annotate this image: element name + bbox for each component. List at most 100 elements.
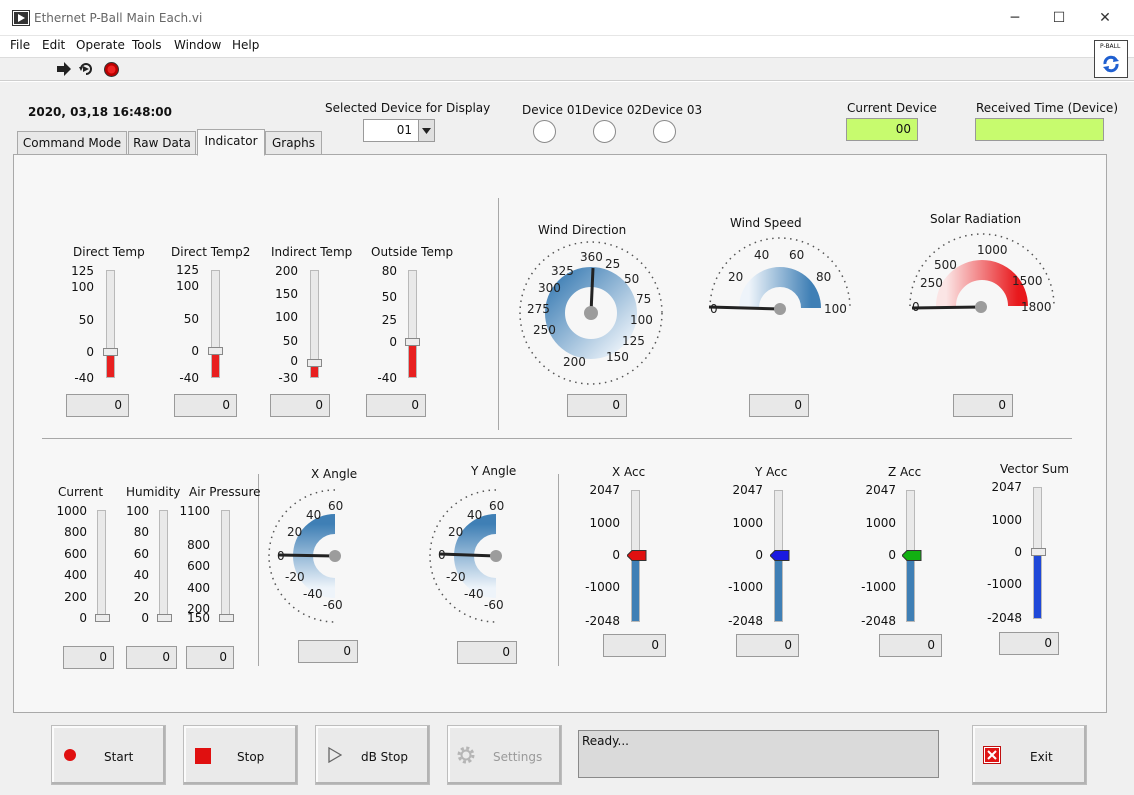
x-angle-label: X Angle <box>311 467 358 481</box>
tick-label: 1000 <box>589 516 620 530</box>
gauge-tick: 80 <box>816 270 831 284</box>
tick-label: 200 <box>275 264 298 278</box>
menu-tools[interactable]: Tools <box>132 38 162 52</box>
tick-label: 0 <box>612 548 620 562</box>
slider-track <box>97 510 106 622</box>
y-acc-pointer[interactable] <box>770 550 790 561</box>
tab-raw-data[interactable]: Raw Data <box>128 131 196 155</box>
x-acc-pointer[interactable] <box>627 550 647 561</box>
direct-temp-label: Direct Temp <box>73 245 145 259</box>
slider-track <box>159 510 168 622</box>
direct-temp-value: 0 <box>66 394 129 417</box>
device-select-dropdown[interactable] <box>418 119 435 142</box>
gauge-tick: 50 <box>624 272 639 286</box>
gauge-tick: 1000 <box>977 243 1008 257</box>
tick-label: 100 <box>275 310 298 324</box>
slider-thumb[interactable] <box>103 348 118 356</box>
exit-x-icon <box>983 746 1001 764</box>
menu-operate[interactable]: Operate <box>76 38 125 52</box>
gauge-tick: 0 <box>277 549 285 563</box>
menu-edit[interactable]: Edit <box>42 38 65 52</box>
slider-thumb[interactable] <box>307 359 322 367</box>
slider-thumb[interactable] <box>95 614 110 622</box>
db-stop-button[interactable]: dB Stop <box>315 725 430 785</box>
minimize-button[interactable]: ─ <box>1003 8 1027 28</box>
start-button[interactable]: Start <box>51 725 166 785</box>
tick-label: 600 <box>64 547 87 561</box>
gauge-tick: 0 <box>912 300 920 314</box>
slider-thumb[interactable] <box>405 338 420 346</box>
tick-label: 0 <box>888 548 896 562</box>
tick-label: 80 <box>381 264 397 278</box>
tick-label: 0 <box>389 335 397 349</box>
menu-window[interactable]: Window <box>174 38 221 52</box>
wind-speed-gauge: 0 20 40 60 80 100 <box>708 237 851 316</box>
slider-thumb[interactable] <box>219 614 234 622</box>
x-angle-value: 0 <box>298 640 358 663</box>
gauge-tick: 100 <box>824 302 847 316</box>
menu-help[interactable]: Help <box>232 38 259 52</box>
gauge-tick: 0 <box>710 302 718 316</box>
stop-button[interactable]: Stop <box>183 725 298 785</box>
wind-speed-value: 0 <box>749 394 809 417</box>
play-outline-icon <box>328 747 342 763</box>
slider-fill <box>775 556 782 621</box>
slider-thumb[interactable] <box>208 347 223 355</box>
indirect-temp-value: 0 <box>270 394 330 417</box>
y-angle-value: 0 <box>457 641 517 664</box>
tick-label: 60 <box>133 547 149 561</box>
tick-label: 100 <box>176 279 199 293</box>
abort-icon[interactable] <box>104 62 119 77</box>
tick-label: 400 <box>187 581 210 595</box>
tick-label: 50 <box>381 290 397 304</box>
tick-label: 1000 <box>991 513 1022 527</box>
close-button[interactable]: ✕ <box>1093 8 1117 28</box>
title-bar: Ethernet P-Ball Main Each.vi ─ ☐ ✕ <box>0 0 1134 36</box>
vector-sum-value: 0 <box>999 632 1059 655</box>
tick-label: 2047 <box>732 483 763 497</box>
solar-radiation-label: Solar Radiation <box>930 212 1022 226</box>
run-continuously-icon[interactable] <box>78 61 94 77</box>
gauge-tick: -60 <box>323 598 343 612</box>
settings-button[interactable]: Settings <box>447 725 562 785</box>
gauge-tick: 0 <box>438 548 446 562</box>
tick-label: 0 <box>86 345 94 359</box>
tick-label: 150 <box>187 611 210 625</box>
gauge-tick: 300 <box>538 281 561 295</box>
gear-icon <box>457 746 475 764</box>
stop-square-icon <box>195 748 211 764</box>
device-01-label: Device 01 <box>522 103 583 117</box>
solar-radiation-value: 0 <box>953 394 1013 417</box>
gauge-tick: 60 <box>328 499 343 513</box>
slider-thumb[interactable] <box>1031 548 1046 556</box>
tick-label: 600 <box>187 559 210 573</box>
device-03-led <box>653 120 676 143</box>
wind-direction-value: 0 <box>567 394 627 417</box>
run-arrow-icon[interactable] <box>56 62 72 76</box>
window-title: Ethernet P-Ball Main Each.vi <box>34 11 203 25</box>
gauge-tick: 360 <box>580 250 603 264</box>
menu-file[interactable]: File <box>10 38 30 52</box>
tick-label: -1000 <box>585 580 620 594</box>
datetime-display: 2020, 03,18 16:48:00 <box>28 105 172 119</box>
tab-indicator[interactable]: Indicator <box>197 129 265 156</box>
z-acc-pointer[interactable] <box>902 550 922 561</box>
device-select-value[interactable]: 01 <box>363 119 419 142</box>
device-02-label: Device 02 <box>582 103 643 117</box>
current-device-label: Current Device <box>847 101 937 115</box>
record-icon <box>64 749 76 761</box>
tick-label: 2047 <box>991 480 1022 494</box>
tab-graphs[interactable]: Graphs <box>265 131 322 155</box>
maximize-button[interactable]: ☐ <box>1047 8 1071 28</box>
divider <box>258 474 259 666</box>
exit-button[interactable]: Exit <box>972 725 1087 785</box>
current-label: Current <box>58 485 104 499</box>
tick-label: -1000 <box>728 580 763 594</box>
divider <box>498 198 499 430</box>
tick-label: 1000 <box>732 516 763 530</box>
pball-badge: P-BALL <box>1094 40 1128 78</box>
tick-label: 800 <box>187 538 210 552</box>
menu-bar: File Edit Operate Tools Window Help <box>0 36 1134 56</box>
tab-command-mode[interactable]: Command Mode <box>17 131 127 155</box>
gauge-tick: 20 <box>728 270 743 284</box>
